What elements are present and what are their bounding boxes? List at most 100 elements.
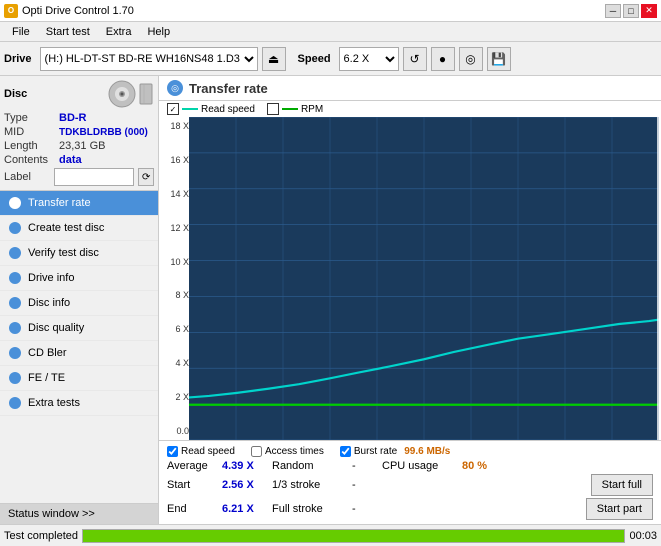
stroke-1-3-value: -: [352, 479, 382, 491]
disc-button[interactable]: ◎: [459, 47, 483, 71]
disc-length-row: Length 23,31 GB: [4, 140, 154, 152]
legend-rpm-label: RPM: [301, 104, 323, 115]
speed-label: Speed: [298, 53, 331, 65]
start-full-button[interactable]: Start full: [591, 474, 653, 496]
y-label-10: 10 X: [161, 257, 189, 267]
burst-rate-value: 99.6 MB/s: [404, 446, 450, 457]
disc-quality-icon: [8, 321, 22, 335]
menu-file[interactable]: File: [4, 24, 38, 40]
drive-info-icon: [8, 271, 22, 285]
average-label: Average: [167, 460, 222, 472]
nav-item-transfer-rate[interactable]: Transfer rate: [0, 191, 158, 216]
nav-item-cd-bler[interactable]: CD Bler: [0, 341, 158, 366]
main-content: Disc Type BD-R: [0, 76, 661, 524]
nav-item-disc-quality[interactable]: Disc quality: [0, 316, 158, 341]
content-area: ◎ Transfer rate ✓ Read speed RPM 18 X: [159, 76, 661, 524]
nav-item-drive-info[interactable]: Drive info: [0, 266, 158, 291]
burst-rate-checkbox[interactable]: [340, 446, 351, 457]
y-label-6: 6 X: [161, 324, 189, 334]
random-label: Random: [272, 460, 352, 472]
minimize-button[interactable]: ─: [605, 4, 621, 18]
menu-extra[interactable]: Extra: [98, 24, 140, 40]
nav-label-cd-bler: CD Bler: [28, 347, 67, 359]
menu-start-test[interactable]: Start test: [38, 24, 98, 40]
nav-item-fe-te[interactable]: FE / TE: [0, 366, 158, 391]
legend-read-speed-label: Read speed: [201, 104, 255, 115]
extra-tests-icon: [8, 396, 22, 410]
y-label-2: 2 X: [161, 392, 189, 402]
y-label-0: 0.0: [161, 426, 189, 436]
full-stroke-value: -: [352, 503, 382, 515]
burst-rate-checkbox-label: Burst rate: [354, 446, 397, 457]
drive-select[interactable]: (H:) HL-DT-ST BD-RE WH16NS48 1.D3: [40, 47, 258, 71]
disc-section-title: Disc: [4, 88, 27, 100]
disc-side-graphic: [138, 80, 154, 108]
disc-graphic: [108, 80, 136, 108]
disc-label-input[interactable]: [54, 168, 134, 186]
chart-legend: ✓ Read speed RPM: [159, 101, 661, 117]
nav-item-create-test-disc[interactable]: Create test disc: [0, 216, 158, 241]
read-speed-checkbox[interactable]: [167, 446, 178, 457]
checkbox-row: Read speed Access times Burst rate 99.6 …: [167, 444, 653, 459]
chart-wrapper: 18 X 16 X 14 X 12 X 10 X 8 X 6 X 4 X 2 X…: [159, 117, 661, 440]
fe-te-icon: [8, 371, 22, 385]
burst-rate-checkbox-item: Burst rate 99.6 MB/s: [340, 446, 451, 457]
nav-label-create-test-disc: Create test disc: [28, 222, 104, 234]
disc-section: Disc Type BD-R: [0, 76, 158, 191]
refresh-button[interactable]: ↺: [403, 47, 427, 71]
y-axis: 18 X 16 X 14 X 12 X 10 X 8 X 6 X 4 X 2 X…: [161, 117, 189, 440]
drive-label: Drive: [4, 53, 32, 65]
disc-info-icon: [8, 296, 22, 310]
title-bar: O Opti Drive Control 1.70 ─ □ ✕: [0, 0, 661, 22]
nav-label-disc-quality: Disc quality: [28, 322, 84, 334]
nav-items: Transfer rate Create test disc Verify te…: [0, 191, 158, 503]
save-button[interactable]: 💾: [487, 47, 511, 71]
end-label: End: [167, 503, 222, 515]
nav-item-extra-tests[interactable]: Extra tests: [0, 391, 158, 416]
status-text: Test completed: [4, 530, 78, 542]
nav-label-drive-info: Drive info: [28, 272, 74, 284]
create-test-disc-icon: [8, 221, 22, 235]
nav-label-transfer-rate: Transfer rate: [28, 197, 91, 209]
y-label-8: 8 X: [161, 290, 189, 300]
disc-label-refresh-button[interactable]: ⟳: [138, 168, 154, 186]
legend-read-speed: ✓ Read speed: [167, 103, 255, 115]
disc-contents-label: Contents: [4, 154, 59, 166]
menu-bar: File Start test Extra Help: [0, 22, 661, 42]
nav-item-disc-info[interactable]: Disc info: [0, 291, 158, 316]
y-label-18: 18 X: [161, 121, 189, 131]
y-label-4: 4 X: [161, 358, 189, 368]
status-window-button[interactable]: Status window >>: [0, 503, 158, 524]
disc-mid-row: MID TDKBLDRBB (000): [4, 126, 154, 138]
maximize-button[interactable]: □: [623, 4, 639, 18]
legend-rpm: RPM: [267, 103, 323, 115]
y-label-14: 14 X: [161, 189, 189, 199]
progress-bar-container: [82, 529, 625, 543]
disc-header: Disc: [4, 80, 154, 108]
toolbar: Drive (H:) HL-DT-ST BD-RE WH16NS48 1.D3 …: [0, 42, 661, 76]
transfer-rate-icon: [8, 196, 22, 210]
chart-svg: [189, 117, 659, 440]
random-value: -: [352, 460, 382, 472]
status-window-label: Status window >>: [8, 508, 95, 520]
end-row: End 6.21 X Full stroke - Start part: [167, 497, 653, 521]
disc-contents-value: data: [59, 154, 82, 166]
average-row: Average 4.39 X Random - CPU usage 80 %: [167, 459, 653, 473]
disc-type-row: Type BD-R: [4, 112, 154, 124]
burn-button[interactable]: ●: [431, 47, 455, 71]
access-times-checkbox-item: Access times: [251, 446, 324, 457]
eject-button[interactable]: ⏏: [262, 47, 286, 71]
cpu-value: 80 %: [462, 460, 487, 472]
average-value: 4.39 X: [222, 460, 272, 472]
start-row: Start 2.56 X 1/3 stroke - Start full: [167, 473, 653, 497]
nav-item-verify-test-disc[interactable]: Verify test disc: [0, 241, 158, 266]
speed-select[interactable]: 6.2 X: [339, 47, 399, 71]
disc-label-row: Label ⟳: [4, 168, 154, 186]
verify-test-disc-icon: [8, 246, 22, 260]
menu-help[interactable]: Help: [139, 24, 178, 40]
title-bar-text: Opti Drive Control 1.70: [22, 5, 134, 17]
start-part-button[interactable]: Start part: [586, 498, 653, 520]
close-button[interactable]: ✕: [641, 4, 657, 18]
y-label-12: 12 X: [161, 223, 189, 233]
access-times-checkbox[interactable]: [251, 446, 262, 457]
